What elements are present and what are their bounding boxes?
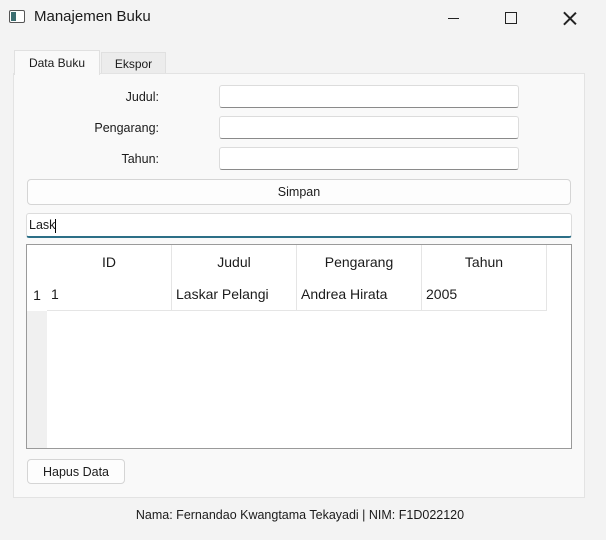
- save-button[interactable]: Simpan: [27, 179, 571, 205]
- tahun-label: Tahun:: [121, 152, 159, 166]
- table-cell-pengarang[interactable]: Andrea Hirata: [297, 278, 422, 311]
- search-input-value: Lask: [29, 218, 56, 232]
- minimize-icon: [447, 17, 459, 19]
- table-cell-judul[interactable]: Laskar Pelangi: [172, 278, 297, 311]
- maximize-icon: [505, 12, 517, 24]
- window-title: Manajemen Buku: [34, 8, 151, 25]
- minimize-button[interactable]: [424, 0, 482, 36]
- column-header-tahun[interactable]: Tahun: [422, 245, 547, 278]
- search-input[interactable]: Lask: [26, 213, 572, 238]
- table-cell-tahun[interactable]: 2005: [422, 278, 547, 311]
- column-header-id[interactable]: ID: [47, 245, 172, 278]
- judul-label: Judul:: [125, 90, 159, 104]
- book-table[interactable]: ID Judul Pengarang Tahun 1 1 Laskar Pela…: [26, 244, 572, 449]
- app-window-icon: [9, 10, 25, 23]
- row-header[interactable]: 1: [27, 278, 47, 311]
- column-header-judul[interactable]: Judul: [172, 245, 297, 278]
- pengarang-input[interactable]: [219, 116, 519, 139]
- tab-ekspor[interactable]: Ekspor: [101, 52, 166, 74]
- table-corner: [27, 245, 47, 278]
- close-icon: [563, 12, 576, 25]
- close-button[interactable]: [540, 0, 598, 36]
- delete-button[interactable]: Hapus Data: [27, 459, 125, 484]
- tab-data-buku[interactable]: Data Buku: [14, 50, 100, 75]
- table-cell-id[interactable]: 1: [47, 278, 172, 311]
- pengarang-label: Pengarang:: [94, 121, 159, 135]
- tahun-input[interactable]: [219, 147, 519, 170]
- judul-input[interactable]: [219, 85, 519, 108]
- text-caret: [55, 218, 57, 233]
- column-header-pengarang[interactable]: Pengarang: [297, 245, 422, 278]
- title-bar: Manajemen Buku: [0, 0, 606, 36]
- footer-status: Nama: Fernandao Kwangtama Tekayadi | NIM…: [135, 508, 465, 522]
- maximize-button[interactable]: [482, 0, 540, 36]
